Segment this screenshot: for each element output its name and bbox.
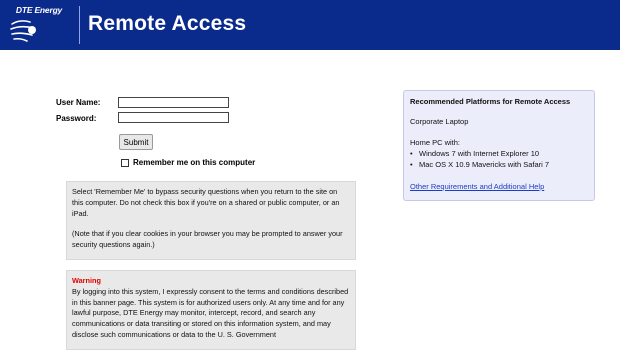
recommended-platforms-panel: Recommended Platforms for Remote Access … <box>403 90 595 201</box>
password-label: Password: <box>56 114 97 123</box>
submit-button[interactable]: Submit <box>119 134 153 150</box>
list-item: Mac OS X 10.9 Mavericks with Safari 7 <box>410 159 588 170</box>
platform-corporate: Corporate Laptop <box>410 117 469 126</box>
page-title: Remote Access <box>88 12 247 35</box>
starburst-logo-icon <box>10 20 36 42</box>
header-divider <box>79 6 80 44</box>
remember-me-checkbox[interactable] <box>121 158 129 167</box>
remember-info-box: Select 'Remember Me' to bypass security … <box>66 181 356 260</box>
warning-title: Warning <box>72 276 101 285</box>
username-input[interactable] <box>118 97 229 108</box>
header-bar: DTE Energy Remote Access <box>0 0 620 50</box>
username-label: User Name: <box>56 98 101 107</box>
warning-text: By logging into this system, I expressly… <box>72 286 349 339</box>
platforms-title: Recommended Platforms for Remote Access <box>410 97 571 106</box>
remember-me-row[interactable]: Remember me on this computer <box>121 158 255 167</box>
platform-list: Windows 7 with Internet Explorer 10 Mac … <box>410 148 588 170</box>
remember-info-text: Select 'Remember Me' to bypass security … <box>72 187 340 218</box>
cookies-note-text: (Note that if you clear cookies in your … <box>72 229 343 250</box>
logo-text: DTE Energy <box>15 5 63 15</box>
list-item: Windows 7 with Internet Explorer 10 <box>410 148 588 159</box>
warning-box: Warning By logging into this system, I e… <box>66 270 356 350</box>
dte-energy-logo[interactable]: DTE Energy <box>6 3 72 47</box>
remember-me-label: Remember me on this computer <box>133 158 256 167</box>
help-link[interactable]: Other Requirements and Additional Help <box>410 182 544 191</box>
password-input[interactable] <box>118 112 229 123</box>
platform-home-heading: Home PC with: <box>410 138 461 147</box>
